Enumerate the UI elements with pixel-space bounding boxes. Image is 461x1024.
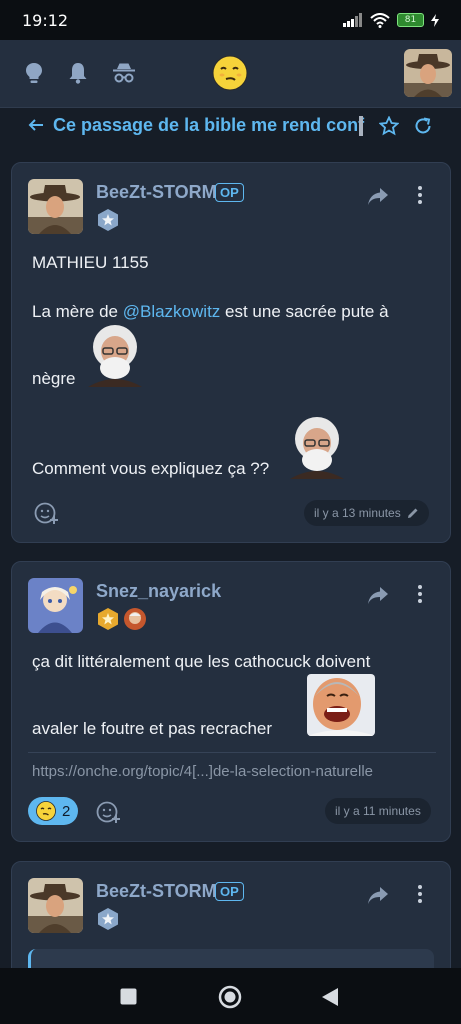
status-bar: 19:12 81 (0, 0, 461, 40)
post-time-pill[interactable]: il y a 13 minutes (304, 500, 429, 526)
star-icon[interactable] (379, 116, 399, 136)
text-cursor (359, 116, 363, 136)
post-avatar[interactable] (28, 179, 83, 234)
link-preview[interactable]: https://onche.org/topic/4[...]de-la-sele… (32, 763, 373, 780)
user-avatar[interactable] (404, 49, 452, 97)
post-card: Snez_nayarick ça dit littéralement que l… (11, 561, 451, 842)
status-icons: 81 (343, 12, 439, 28)
app-header (0, 40, 461, 108)
post-username[interactable]: Snez_nayarick (96, 581, 221, 602)
more-options-icon[interactable] (412, 582, 428, 606)
post-username[interactable]: BeeZt-STORM (96, 182, 217, 203)
rank-badge-icon (98, 908, 118, 930)
old-man-sticker (88, 325, 142, 387)
share-icon[interactable] (367, 185, 389, 207)
home-icon[interactable] (218, 985, 242, 1009)
post-avatar[interactable] (28, 578, 83, 633)
laughing-man-sticker (307, 674, 375, 736)
charging-icon (431, 13, 439, 27)
status-time: 19:12 (22, 10, 69, 30)
back-arrow-icon[interactable] (28, 117, 44, 133)
gold-rank-badge-icon (98, 608, 118, 630)
wifi-icon (370, 12, 390, 28)
add-reaction-icon[interactable] (33, 500, 59, 526)
more-options-icon[interactable] (412, 183, 428, 207)
post-card: BeeZt-STORM OP MATHIEU 1155 La mère de @… (11, 162, 451, 543)
post-text-line: ça dit littéralement que les cathocuck d… (32, 652, 371, 671)
post-time-pill[interactable]: il y a 11 minutes (325, 798, 431, 824)
reaction-count: 2 (62, 802, 71, 820)
add-reaction-icon[interactable] (95, 799, 121, 825)
op-badge: OP (215, 183, 244, 202)
link-divider (28, 752, 436, 753)
more-options-icon[interactable] (412, 882, 428, 906)
smiley-logo-icon[interactable] (212, 55, 248, 91)
post-username[interactable]: BeeZt-STORM (96, 881, 217, 902)
op-badge: OP (215, 882, 244, 901)
user-mention-link[interactable]: @Blazkowitz (123, 302, 221, 321)
post-text-line: Comment vous expliquez ça ?? (32, 459, 270, 478)
battery-indicator: 81 (397, 13, 424, 27)
post-time: il y a 13 minutes (314, 506, 401, 520)
post-text-line: avaler le foutre et pas recracher (32, 719, 273, 738)
recent-apps-icon[interactable] (120, 988, 137, 1005)
post-text-span: La mère de (32, 302, 123, 321)
incognito-icon[interactable] (111, 60, 137, 86)
share-icon[interactable] (367, 884, 389, 906)
topic-title[interactable]: Ce passage de la bible me rend confus (53, 115, 365, 136)
old-man-sticker (290, 417, 344, 479)
signal-icon (343, 13, 362, 27)
topic-bar: Ce passage de la bible me rend confus (0, 108, 461, 148)
rank-badge-icon (98, 209, 118, 231)
post-avatar[interactable] (28, 878, 83, 933)
post-text-line: nègre (32, 369, 76, 388)
reaction-pill[interactable]: 2 (28, 797, 79, 825)
post-text-span: est une sacrée pute à (220, 302, 389, 321)
smiley-reaction-icon (36, 801, 56, 821)
bell-icon[interactable] (65, 60, 91, 86)
post-text-line: MATHIEU 1155 (32, 253, 149, 272)
edit-pencil-icon (407, 508, 418, 518)
avatar-badge-icon (124, 608, 146, 630)
post-text-line: La mère de @Blazkowitz est une sacrée pu… (32, 302, 389, 322)
system-nav-bar (0, 968, 461, 1024)
post-time: il y a 11 minutes (335, 804, 421, 818)
share-icon[interactable] (367, 584, 389, 606)
refresh-icon[interactable] (413, 116, 433, 136)
lightbulb-icon[interactable] (21, 60, 47, 86)
back-nav-icon[interactable] (321, 987, 339, 1007)
